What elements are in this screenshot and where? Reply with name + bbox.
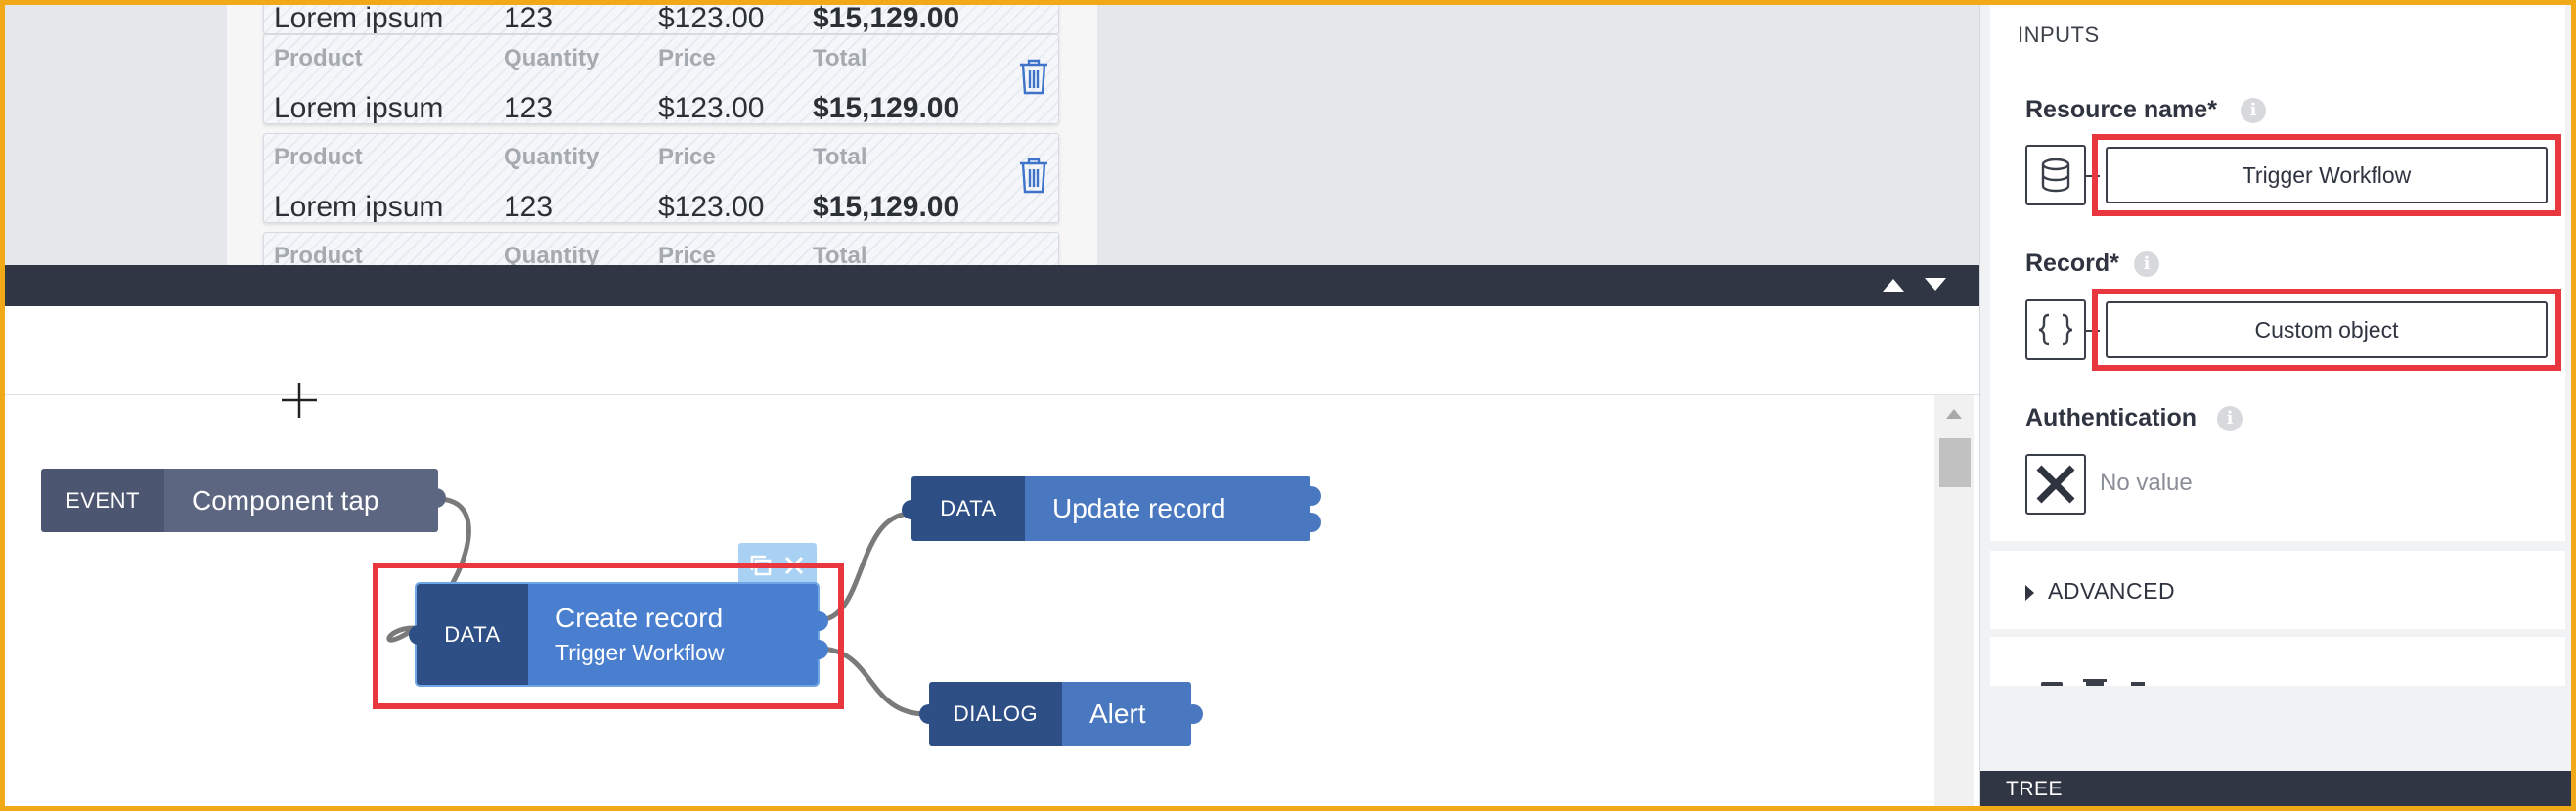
info-icon[interactable]: i (2241, 98, 2266, 123)
caret-down-icon[interactable] (1923, 275, 1948, 294)
event-output-port[interactable] (426, 488, 446, 508)
total-label: Total (813, 243, 867, 265)
x-icon[interactable] (2025, 454, 2086, 515)
list-item[interactable]: Lorem ipsum 123 $123.00 $15,129.00 (263, 5, 1059, 34)
dialog-node-alert[interactable]: DIALOG Alert (929, 682, 1191, 746)
record-label: Record* (2025, 249, 2119, 277)
price-value: $123.00 (658, 191, 765, 223)
braces-icon (2025, 299, 2086, 360)
database-icon (2025, 145, 2086, 205)
total-value: $15,129.00 (813, 191, 960, 223)
quantity-value: 123 (504, 92, 554, 124)
total-value: $15,129.00 (813, 5, 960, 34)
authentication-value: No value (2100, 470, 2193, 496)
resource-name-highlight (2092, 134, 2561, 216)
product-value: Lorem ipsum (274, 5, 444, 34)
section-title: INPUTS (2018, 23, 2100, 47)
component-actions-icons (2041, 679, 2145, 686)
trash-icon[interactable] (1017, 57, 1050, 96)
record-highlight (2092, 289, 2561, 371)
quantity-label: Quantity (504, 144, 600, 170)
canvas-preview: Lorem ipsum 123 $123.00 $15,129.00 Produ… (5, 5, 1979, 265)
node-type-label: DATA (911, 476, 1025, 541)
advanced-toggle[interactable]: ADVANCED (2025, 578, 2175, 605)
node-label: Component tap (164, 469, 438, 532)
alert-output-port[interactable] (1183, 704, 1203, 724)
list-item[interactable]: Product Quantity Price Total (263, 232, 1059, 265)
alert-input-port[interactable] (919, 704, 939, 724)
update-output-port-success[interactable] (1302, 486, 1321, 506)
product-label: Product (274, 45, 363, 71)
quantity-value: 123 (504, 5, 554, 34)
phone-screen: Lorem ipsum 123 $123.00 $15,129.00 Produ… (227, 5, 1097, 265)
price-label: Price (658, 243, 716, 265)
info-icon[interactable]: i (2217, 406, 2243, 431)
component-actions-panel (1990, 637, 2565, 686)
advanced-section[interactable]: ADVANCED (1990, 551, 2565, 629)
node-label: Update record (1025, 476, 1310, 541)
total-value: $15,129.00 (813, 92, 960, 124)
caret-up-icon[interactable] (1881, 275, 1906, 294)
trash-icon[interactable] (1017, 156, 1050, 195)
quantity-label: Quantity (504, 45, 600, 71)
data-node-update-record[interactable]: DATA Update record (911, 476, 1310, 541)
scroll-up-arrow-icon[interactable] (1946, 409, 1962, 419)
quantity-label: Quantity (504, 243, 600, 265)
panel-splitter[interactable] (5, 265, 1979, 306)
trash-icon[interactable] (1017, 5, 1050, 6)
advanced-label: ADVANCED (2048, 578, 2176, 604)
workflow-scrollbar[interactable] (1934, 395, 1974, 806)
price-label: Price (658, 144, 716, 170)
info-icon[interactable]: i (2134, 251, 2159, 277)
resource-name-label: Resource name* (2025, 96, 2217, 123)
selection-highlight (373, 563, 844, 709)
price-value: $123.00 (658, 92, 765, 124)
crosshair-cursor-icon (282, 383, 317, 418)
properties-inspector: INPUTS Resource name* i Trigger Workflow… (1979, 5, 2572, 806)
total-label: Total (813, 144, 867, 170)
authentication-label: Authentication (2025, 404, 2197, 431)
update-output-port-error[interactable] (1302, 513, 1321, 532)
scroll-thumb[interactable] (1939, 438, 1971, 487)
price-label: Price (658, 45, 716, 71)
node-label: Alert (1062, 682, 1191, 746)
list-item[interactable]: Product Quantity Price Total Lorem ipsum… (263, 133, 1059, 223)
price-value: $123.00 (658, 5, 765, 34)
product-value: Lorem ipsum (274, 92, 444, 124)
node-type-label: DIALOG (929, 682, 1062, 746)
event-node-component-tap[interactable]: EVENT Component tap (41, 469, 438, 532)
caret-right-icon (2025, 584, 2034, 601)
update-input-port[interactable] (902, 500, 921, 519)
product-label: Product (274, 144, 363, 170)
product-value: Lorem ipsum (274, 191, 444, 223)
product-label: Product (274, 243, 363, 265)
quantity-value: 123 (504, 191, 554, 223)
inputs-panel: INPUTS Resource name* i Trigger Workflow… (1990, 5, 2565, 541)
tree-label: TREE (2006, 778, 2064, 800)
total-label: Total (813, 45, 867, 71)
list-item[interactable]: Product Quantity Price Total Lorem ipsum… (263, 34, 1059, 124)
tree-panel-header[interactable]: TREE (1980, 771, 2572, 806)
node-type-label: EVENT (41, 469, 164, 532)
